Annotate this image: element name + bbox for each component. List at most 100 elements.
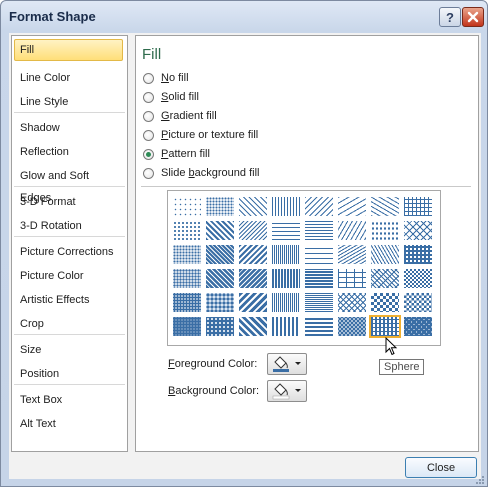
pattern-swatch[interactable]	[305, 245, 333, 264]
radio-button-icon[interactable]	[143, 129, 154, 141]
radio-solid-fill[interactable]: Solid fill	[143, 88, 199, 106]
background-color-row: Background Color:	[168, 379, 307, 403]
pattern-swatch[interactable]	[173, 197, 201, 216]
nav-item-picture-corrections[interactable]: Picture Corrections	[14, 241, 123, 263]
pattern-swatch[interactable]	[305, 269, 333, 288]
pattern-swatch[interactable]	[206, 197, 234, 216]
pattern-swatch[interactable]	[173, 293, 201, 312]
pattern-swatch[interactable]	[338, 269, 366, 288]
pattern-swatch[interactable]	[272, 317, 300, 336]
pattern-swatch[interactable]	[272, 293, 300, 312]
title-bar[interactable]: Format Shape ?	[1, 1, 487, 33]
pattern-swatch[interactable]	[338, 245, 366, 264]
radio-slide-background-fill[interactable]: Slide background fill	[143, 164, 259, 182]
help-button[interactable]: ?	[439, 7, 461, 27]
divider	[141, 186, 471, 187]
pattern-swatch[interactable]	[369, 315, 401, 338]
pattern-swatch[interactable]	[404, 293, 432, 312]
pattern-swatch[interactable]	[206, 317, 234, 336]
pattern-swatch[interactable]	[371, 197, 399, 216]
nav-item-shadow[interactable]: Shadow	[14, 117, 123, 139]
pattern-swatch[interactable]	[305, 197, 333, 216]
pattern-swatch[interactable]	[239, 293, 267, 312]
nav-item-position[interactable]: Position	[14, 363, 123, 385]
pattern-swatch[interactable]	[371, 221, 399, 240]
pattern-swatch[interactable]	[206, 221, 234, 240]
nav-item-crop[interactable]: Crop	[14, 313, 123, 335]
pattern-swatch[interactable]	[239, 197, 267, 216]
nav-item-3-d-rotation[interactable]: 3-D Rotation	[14, 215, 123, 237]
radio-button-icon[interactable]	[143, 148, 154, 160]
category-list: Fill Line Color Line Style Shadow Reflection…	[11, 35, 128, 452]
nav-item-line-color[interactable]: Line Color	[14, 67, 123, 89]
close-button[interactable]: Close	[405, 457, 477, 478]
pattern-swatch[interactable]	[404, 269, 432, 288]
pattern-swatch[interactable]	[338, 317, 366, 336]
pattern-swatch[interactable]	[338, 293, 366, 312]
paint-bucket-icon	[273, 356, 301, 372]
pattern-swatch[interactable]	[173, 245, 201, 264]
format-shape-dialog: Format Shape ? Fill Line Color Line Style S…	[0, 0, 488, 487]
pattern-swatch[interactable]	[206, 269, 234, 288]
pattern-swatch[interactable]	[305, 293, 333, 312]
nav-item-3-d-format[interactable]: 3-D Format	[14, 191, 123, 213]
pattern-swatch[interactable]	[206, 293, 234, 312]
pattern-swatch[interactable]	[371, 293, 399, 312]
background-color-button[interactable]	[267, 380, 307, 402]
mouse-cursor-icon	[385, 337, 398, 356]
dialog-body: Fill Line Color Line Style Shadow Reflection…	[9, 33, 481, 479]
radio-button-icon[interactable]	[143, 91, 154, 103]
nav-item-text-box[interactable]: Text Box	[14, 389, 123, 411]
nav-separator	[14, 236, 125, 237]
window-title: Format Shape	[9, 9, 96, 24]
pattern-swatch[interactable]	[239, 269, 267, 288]
pattern-swatch[interactable]	[338, 197, 366, 216]
pattern-swatch[interactable]	[206, 245, 234, 264]
resize-grip-icon[interactable]	[473, 473, 485, 485]
nav-item-picture-color[interactable]: Picture Color	[14, 265, 123, 287]
close-window-button[interactable]	[462, 7, 484, 27]
nav-item-alt-text[interactable]: Alt Text	[14, 413, 123, 435]
pattern-swatch[interactable]	[173, 269, 201, 288]
pattern-swatch[interactable]	[305, 221, 333, 240]
pattern-swatch[interactable]	[404, 197, 432, 216]
pattern-swatch[interactable]	[404, 245, 432, 264]
pattern-swatch[interactable]	[173, 317, 201, 336]
radio-button-icon[interactable]	[143, 72, 154, 84]
pattern-swatch[interactable]	[272, 245, 300, 264]
nav-separator	[14, 334, 125, 335]
radio-pattern-fill[interactable]: Pattern fill	[143, 145, 210, 163]
pattern-swatch[interactable]	[305, 317, 333, 336]
nav-item-size[interactable]: Size	[14, 339, 123, 361]
fill-panel: Fill No fill Solid fill Gradient fill Pictu…	[135, 35, 479, 452]
nav-item-glow-and-soft-edges[interactable]: Glow and Soft Edges	[14, 165, 123, 204]
pattern-swatch[interactable]	[239, 317, 267, 336]
nav-item-line-style[interactable]: Line Style	[14, 91, 123, 113]
pattern-swatch[interactable]	[239, 221, 267, 240]
nav-item-reflection[interactable]: Reflection	[14, 141, 123, 163]
radio-label: Solid fill	[161, 91, 199, 103]
nav-item-fill[interactable]: Fill	[14, 39, 123, 61]
pattern-swatch[interactable]	[272, 197, 300, 216]
pattern-tooltip: Sphere	[379, 359, 425, 375]
pattern-swatch[interactable]	[338, 221, 366, 240]
radio-no-fill[interactable]: No fill	[143, 69, 189, 87]
nav-separator	[14, 112, 125, 113]
radio-button-icon[interactable]	[143, 167, 154, 179]
pattern-swatch[interactable]	[371, 269, 399, 288]
nav-item-artistic-effects[interactable]: Artistic Effects	[14, 289, 123, 311]
pattern-swatch[interactable]	[272, 269, 300, 288]
radio-label: No fill	[161, 72, 189, 84]
pattern-swatch[interactable]	[239, 245, 267, 264]
pattern-swatch[interactable]	[272, 221, 300, 240]
pattern-swatch[interactable]	[173, 221, 201, 240]
radio-picture-or-texture-fill[interactable]: Picture or texture fill	[143, 126, 258, 144]
radio-button-icon[interactable]	[143, 110, 154, 122]
nav-separator	[14, 186, 125, 187]
pattern-swatch[interactable]	[404, 221, 432, 240]
foreground-color-button[interactable]	[267, 353, 307, 375]
foreground-color-row: Foreground Color:	[168, 352, 307, 376]
radio-gradient-fill[interactable]: Gradient fill	[143, 107, 217, 125]
pattern-swatch[interactable]	[404, 317, 432, 336]
pattern-swatch[interactable]	[371, 245, 399, 264]
